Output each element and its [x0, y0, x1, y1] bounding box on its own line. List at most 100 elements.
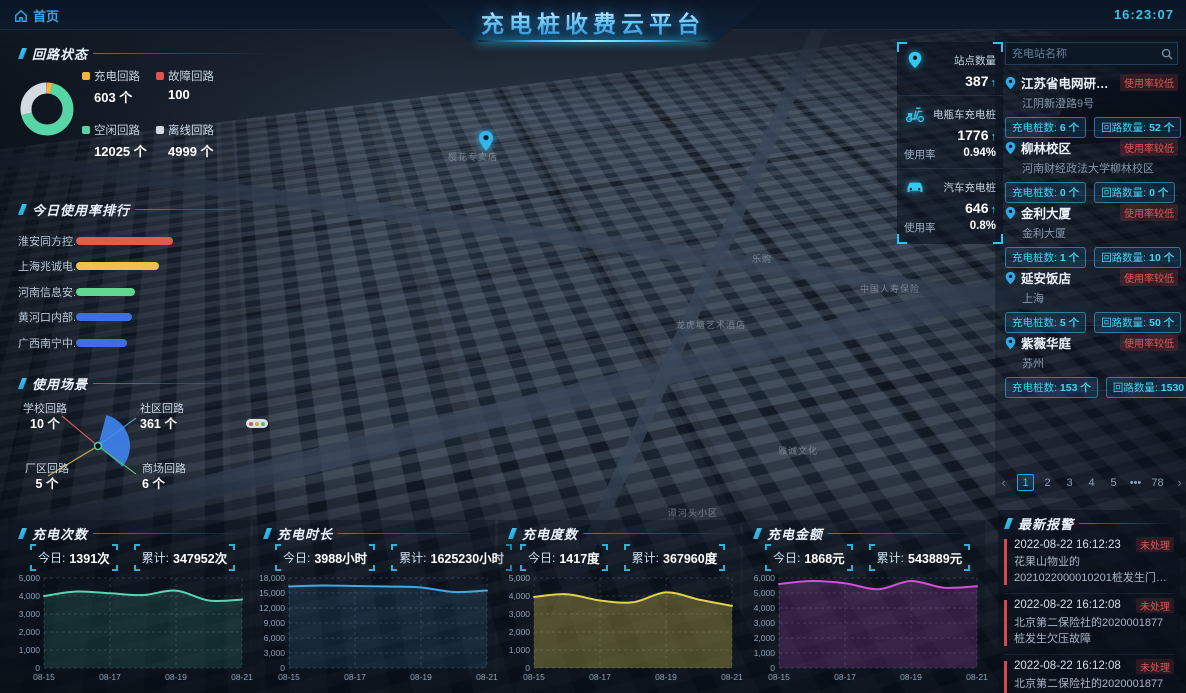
pile-count-tag: 充电桩数: 6 个: [1005, 117, 1087, 138]
pagination: ‹ 1 2 3 4 5 ••• 78 ›: [1001, 474, 1182, 491]
page-button-5[interactable]: 5: [1105, 474, 1122, 491]
svg-text:08-21: 08-21: [476, 672, 498, 682]
legend-item: 充电回路 603 个: [82, 68, 156, 106]
page-button-4[interactable]: 4: [1083, 474, 1100, 491]
stat-today: 今日: 1417度: [520, 544, 608, 571]
title-slash-icon: [18, 528, 27, 539]
svg-text:4,000: 4,000: [509, 591, 531, 601]
stat-total: 累计: 1625230小时: [391, 544, 513, 571]
station-list-item[interactable]: 金利大厦 使用率较低 金利大厦 充电桩数: 1 个 回路数量: 10 个: [1005, 196, 1182, 268]
ranking-row[interactable]: 河南信息安...: [18, 279, 263, 305]
next-page-button[interactable]: ›: [1171, 474, 1186, 491]
svg-text:3,000: 3,000: [264, 648, 286, 658]
svg-text:3,000: 3,000: [19, 609, 41, 619]
stat-total: 累计: 543889元: [868, 544, 971, 571]
station-list-item[interactable]: 紫薇华庭 使用率较低 苏州 充电桩数:153 个 回路数量:1530 个: [1005, 326, 1186, 398]
ranking-bar: [76, 262, 159, 271]
alarm-list-item[interactable]: 2022-08-22 16:12:08 未处理 北京第二保险社的20200018…: [1004, 594, 1174, 655]
ranking-row[interactable]: 广西南宁中...: [18, 330, 263, 356]
svg-text:9,000: 9,000: [264, 618, 286, 628]
station-name: 柳林校区: [1021, 142, 1072, 156]
stat-today: 今日: 1868元: [765, 544, 853, 571]
station-map-pin-icon[interactable]: [478, 130, 494, 152]
legend-item: 故障回路 100: [156, 68, 226, 106]
usage-rate-row: 使用率 0.8%: [904, 220, 996, 234]
charge-hours-line-chart: 03,0006,0009,00012,00015,00018,00008-15 0…: [259, 573, 498, 682]
panel-usage-ranking: 今日使用率排行 淮安同方控... 上海兆诚电... 河南信息安... 黄河口内部…: [18, 200, 263, 365]
title-slash-icon: [753, 528, 762, 539]
search-icon[interactable]: [1157, 43, 1177, 64]
usage-low-badge: 使用率较低: [1120, 139, 1178, 156]
station-search-input[interactable]: [1006, 47, 1157, 60]
svg-text:2,000: 2,000: [509, 627, 531, 637]
svg-text:3,000: 3,000: [754, 618, 776, 628]
station-list-item[interactable]: 江苏省电网研究院测试 使用率较低 江阴新澄路9号 充电桩数:6 个 回路数量:5…: [1005, 66, 1182, 138]
svg-text:08-15: 08-15: [523, 672, 545, 682]
svg-text:2,000: 2,000: [19, 627, 41, 637]
scene-item-factory: 厂区回路 5 个: [25, 463, 69, 492]
alarm-list-item[interactable]: 2022-08-22 16:12:08 未处理 北京第二保险社的20200018…: [1004, 655, 1174, 693]
panel-title-charge-amount: 充电金额: [743, 520, 985, 543]
ranking-row[interactable]: 上海兆诚电...: [18, 254, 263, 280]
location-pin-icon: [1005, 76, 1016, 89]
usage-low-badge: 使用率较低: [1120, 74, 1178, 91]
page-button-78[interactable]: 78: [1149, 474, 1166, 491]
svg-text:12,000: 12,000: [259, 603, 285, 613]
title-rule: [583, 533, 734, 534]
home-label: 首页: [33, 9, 60, 24]
title-slash-icon: [18, 48, 27, 59]
page-button-3[interactable]: 3: [1061, 474, 1078, 491]
location-pin-icon: [904, 49, 926, 71]
site-stats-panel: 站点数量 387 ↑ 电瓶车充电桩 1776 ↑ 使用率 0.94% 汽车充电桩 64…: [897, 42, 1003, 244]
stat-today: 今日: 3988小时: [275, 544, 376, 571]
trend-up-icon: ↑: [990, 204, 997, 216]
svg-text:08-17: 08-17: [589, 672, 611, 682]
station-address: 上海: [1022, 293, 1044, 305]
panel-title-loop-status: 回路状态: [18, 44, 270, 63]
title-rule: [93, 53, 270, 54]
loop-count-tag: 回路数量:1530 个: [1105, 377, 1186, 398]
page-button-2[interactable]: 2: [1039, 474, 1056, 491]
usage-low-badge: 使用率较低: [1120, 334, 1178, 351]
pile-count-tag: 充电桩数: 5 个: [1005, 312, 1087, 333]
svg-text:4,000: 4,000: [19, 591, 41, 601]
svg-text:4,000: 4,000: [754, 603, 776, 613]
svg-text:6,000: 6,000: [264, 633, 286, 643]
station-list-item[interactable]: 柳林校区 使用率较低 河南财经政法大学柳林校区 充电桩数: 0 个 回路数量: 0 …: [1005, 131, 1178, 203]
legend-swatch: [156, 126, 164, 134]
svg-text:08-15: 08-15: [278, 672, 300, 682]
station-address: 金利大厦: [1022, 228, 1066, 240]
svg-text:08-17: 08-17: [99, 672, 121, 682]
stat-today: 今日: 1391次: [30, 544, 118, 571]
home-nav-button[interactable]: 首页: [14, 6, 59, 25]
legend-value: 4999 个: [168, 144, 214, 159]
title-slash-icon: [263, 528, 272, 539]
scooter-icon: [904, 103, 926, 125]
car-icon: [904, 176, 926, 198]
loop-status-legend: 充电回路 603 个 故障回路 100 空闲回路 12025 个 离线回路 49…: [82, 68, 226, 160]
legend-item: 离线回路 4999 个: [156, 122, 226, 160]
charge-count-line-chart: 01,0002,0003,0004,0005,00008-15 08-17 08-1…: [19, 573, 253, 682]
ranking-row[interactable]: 淮安同方控...: [18, 228, 263, 254]
prev-page-button[interactable]: ‹: [995, 474, 1012, 491]
station-list-item[interactable]: 延安饭店 使用率较低 上海 充电桩数: 5 个 回路数量: 50 个: [1005, 261, 1182, 333]
svg-text:08-15: 08-15: [33, 672, 55, 682]
legend-swatch: [156, 72, 164, 80]
title-slash-icon: [508, 528, 517, 539]
svg-text:08-19: 08-19: [410, 672, 432, 682]
svg-text:5,000: 5,000: [19, 573, 41, 583]
svg-text:08-21: 08-21: [966, 672, 988, 682]
stat-value: 646 ↑: [965, 200, 997, 216]
map-poi-label: 中国人寿保险: [860, 284, 921, 294]
panel-title-latest-alarms: 最新报警: [1004, 514, 1174, 533]
alarm-message: 花果山物业的2021022000010201桩发生门禁保护故障: [1014, 556, 1167, 584]
loop-count-tag: 回路数量: 52 个: [1094, 117, 1182, 138]
svg-text:08-21: 08-21: [721, 672, 743, 682]
ranking-row[interactable]: 黄河口内部...: [18, 305, 263, 331]
panel-charge-amount: 充电金额 今日: 1868元 累计: 543889元 0 1,000 2,000 3,00…: [743, 520, 988, 690]
ranking-bar: [76, 287, 135, 296]
panel-charge-count: 充电次数 今日: 1391次 累计: 347952次 0 1,000 2,000 3,00…: [8, 520, 253, 690]
page-button-1[interactable]: 1: [1017, 474, 1034, 491]
title-slash-icon: [1004, 518, 1013, 529]
alarm-list-item[interactable]: 2022-08-22 16:12:23 未处理 花果山物业的2021022000…: [1004, 533, 1174, 594]
